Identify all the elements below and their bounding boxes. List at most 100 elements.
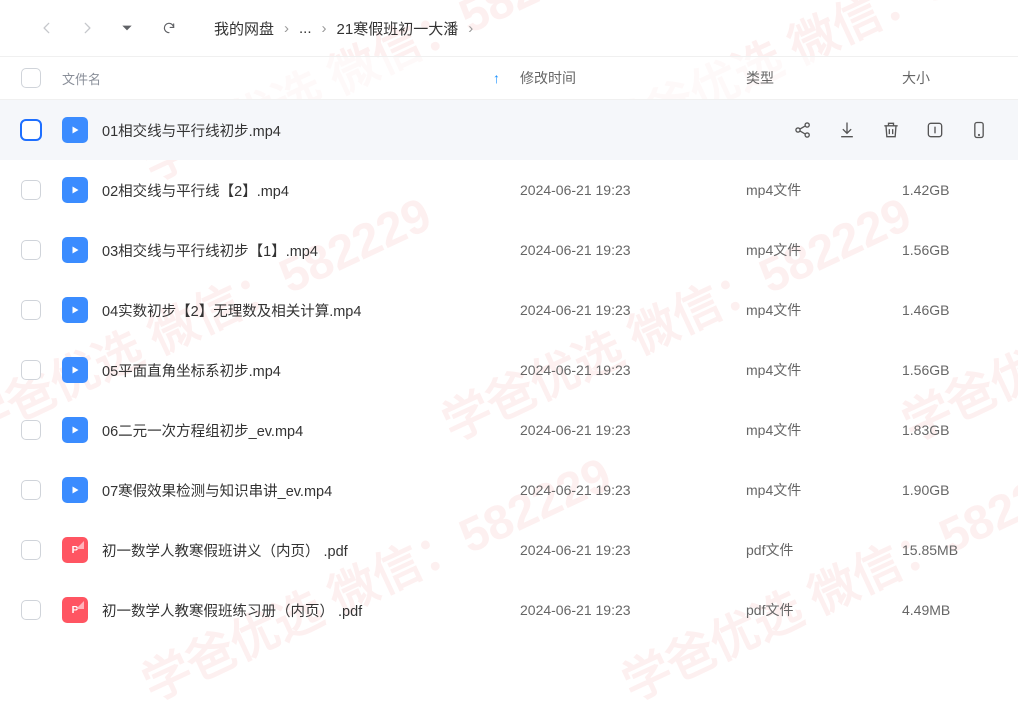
row-checkbox[interactable] [21,360,41,380]
file-name-cell: 03相交线与平行线初步【1】.mp4 [62,237,520,263]
row-checkbox-cell [0,540,62,560]
row-checkbox[interactable] [21,540,41,560]
file-size: 1.56GB [902,242,1018,258]
video-file-icon [62,417,88,443]
breadcrumb-mid[interactable]: ... [295,20,316,37]
file-list: 01相交线与平行线初步.mp4 02相交线与平行线【2】.mp4 2024-06-2… [0,100,1018,640]
column-header-size[interactable]: 大小 [902,68,1018,88]
file-size: 4.49MB [902,602,1018,618]
select-all-checkbox[interactable] [21,68,41,88]
file-time: 2024-06-21 19:23 [520,482,746,498]
row-checkbox-cell [0,480,62,500]
file-type: mp4文件 [746,480,902,500]
file-name-cell: 07寒假效果检测与知识串讲_ev.mp4 [62,477,520,503]
file-name-cell: 05平面直角坐标系初步.mp4 [62,357,520,383]
refresh-button[interactable] [156,15,182,41]
sort-asc-icon: ↑ [493,70,500,86]
select-all-cell [0,68,62,88]
video-file-icon [62,117,88,143]
column-headers: 文件名 ↑ 修改时间 类型 大小 [0,56,1018,100]
column-header-time[interactable]: 修改时间 [520,68,746,88]
history-dropdown-icon[interactable] [114,15,140,41]
file-type: pdf文件 [746,540,902,560]
forward-button[interactable] [74,15,100,41]
row-checkbox-cell [0,360,62,380]
file-name[interactable]: 初一数学人教寒假班讲义（内页） .pdf [102,540,500,561]
table-row[interactable]: 04实数初步【2】无理数及相关计算.mp42024-06-21 19:23mp4… [0,280,1018,340]
pdf-file-icon: P [62,537,88,563]
breadcrumb-root[interactable]: 我的网盘 [210,18,278,39]
file-name[interactable]: 07寒假效果检测与知识串讲_ev.mp4 [102,480,500,501]
file-name-cell: P 初一数学人教寒假班练习册（内页） .pdf [62,597,520,623]
file-name[interactable]: 03相交线与平行线初步【1】.mp4 [102,240,500,261]
table-row[interactable]: P初一数学人教寒假班讲义（内页） .pdf2024-06-21 19:23pdf… [0,520,1018,580]
chevron-right-icon: › [462,20,479,37]
file-type: mp4文件 [746,240,902,260]
column-header-name[interactable]: 文件名 ↑ [62,69,520,88]
row-checkbox-cell [0,420,62,440]
row-checkbox[interactable] [21,300,41,320]
table-row[interactable]: 03相交线与平行线初步【1】.mp4 2024-06-21 19:23mp4文件1… [0,220,1018,280]
chevron-right-icon: › [278,20,295,37]
row-checkbox-cell [0,180,62,200]
row-checkbox[interactable] [21,600,41,620]
row-checkbox-cell [0,300,62,320]
breadcrumb: 我的网盘 › ... › 21寒假班初一大潘 › [210,18,479,39]
file-size: 1.46GB [902,302,1018,318]
download-icon[interactable] [836,119,858,141]
file-name-cell: 02相交线与平行线【2】.mp4 [62,177,520,203]
video-file-icon [62,237,88,263]
row-actions [792,119,1018,141]
file-time: 2024-06-21 19:23 [520,602,746,618]
file-name-cell: 01相交线与平行线初步.mp4 [62,117,792,143]
file-size: 1.56GB [902,362,1018,378]
file-size: 1.83GB [902,422,1018,438]
row-checkbox[interactable] [20,119,42,141]
back-button[interactable] [34,15,60,41]
topbar: 我的网盘 › ... › 21寒假班初一大潘 › [0,0,1018,56]
file-name-cell: 06二元一次方程组初步_ev.mp4 [62,417,520,443]
row-checkbox-cell [0,119,62,141]
video-file-icon [62,297,88,323]
file-size: 15.85MB [902,542,1018,558]
row-checkbox[interactable] [21,240,41,260]
file-name-cell: 04实数初步【2】无理数及相关计算.mp4 [62,297,520,323]
row-checkbox-cell [0,240,62,260]
file-time: 2024-06-21 19:23 [520,182,746,198]
column-header-type[interactable]: 类型 [746,68,902,88]
delete-icon[interactable] [880,119,902,141]
table-row[interactable]: P 初一数学人教寒假班练习册（内页） .pdf 2024-06-21 19:23pd… [0,580,1018,640]
file-name[interactable]: 02相交线与平行线【2】.mp4 [102,180,500,201]
mobile-icon[interactable] [968,119,990,141]
share-icon[interactable] [792,119,814,141]
file-time: 2024-06-21 19:23 [520,362,746,378]
row-checkbox-cell [0,600,62,620]
row-checkbox[interactable] [21,180,41,200]
file-type: pdf文件 [746,600,902,620]
table-row[interactable]: 01相交线与平行线初步.mp4 [0,100,1018,160]
chevron-right-icon: › [316,20,333,37]
row-checkbox[interactable] [21,480,41,500]
file-time: 2024-06-21 19:23 [520,422,746,438]
table-row[interactable]: 02相交线与平行线【2】.mp4 2024-06-21 19:23mp4文件1.4… [0,160,1018,220]
video-file-icon [62,357,88,383]
table-row[interactable]: 07寒假效果检测与知识串讲_ev.mp4 2024-06-21 19:23mp4文… [0,460,1018,520]
file-name[interactable]: 初一数学人教寒假班练习册（内页） .pdf [102,600,500,621]
video-file-icon [62,477,88,503]
file-name[interactable]: 05平面直角坐标系初步.mp4 [102,360,500,381]
pdf-file-icon: P [62,597,88,623]
table-row[interactable]: 06二元一次方程组初步_ev.mp4 2024-06-21 19:23mp4文件1… [0,400,1018,460]
file-name[interactable]: 01相交线与平行线初步.mp4 [102,120,772,141]
file-size: 1.90GB [902,482,1018,498]
breadcrumb-current[interactable]: 21寒假班初一大潘 [333,18,463,39]
file-size: 1.42GB [902,182,1018,198]
row-checkbox[interactable] [21,420,41,440]
table-row[interactable]: 05平面直角坐标系初步.mp4 2024-06-21 19:23mp4文件1.56… [0,340,1018,400]
file-type: mp4文件 [746,420,902,440]
file-time: 2024-06-21 19:23 [520,242,746,258]
file-type: mp4文件 [746,360,902,380]
file-name[interactable]: 06二元一次方程组初步_ev.mp4 [102,420,500,441]
rename-icon[interactable] [924,119,946,141]
file-name[interactable]: 04实数初步【2】无理数及相关计算.mp4 [102,300,500,321]
file-type: mp4文件 [746,180,902,200]
